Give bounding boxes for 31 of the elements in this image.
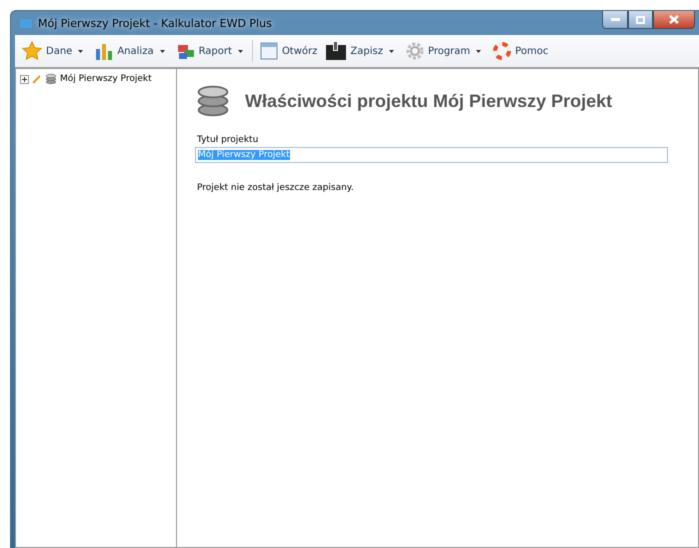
toolbar-button[interactable]: Dane (19, 38, 88, 64)
database-icon (45, 73, 57, 85)
minimize-button[interactable] (602, 11, 628, 29)
floppy-icon (325, 41, 348, 61)
toolbar-button[interactable]: Analiza (92, 39, 170, 63)
maximize-icon (636, 16, 645, 24)
field-label: Tytuł projektu (197, 135, 260, 145)
bar-chart-icon (94, 41, 114, 61)
maximize-button[interactable] (628, 11, 653, 29)
tree-label: Mój Pierwszy Projekt (60, 74, 152, 84)
minimize-icon (610, 18, 620, 21)
database-icon (195, 83, 231, 119)
lifebuoy-icon (492, 41, 512, 61)
gear-icon (404, 41, 425, 61)
close-icon (669, 15, 679, 24)
status-text: Projekt nie został jeszcze zapisany. (197, 183, 355, 193)
window-icon (258, 41, 279, 61)
app-icon (19, 17, 33, 29)
toolbar-button[interactable]: Pomoc (490, 39, 550, 63)
page-heading: Właściwości projektu Mój Pierwszy Projekt (245, 90, 612, 112)
toolbar-button[interactable]: Zapisz (323, 39, 399, 63)
star-icon (21, 40, 43, 62)
toolbar-button[interactable]: Otwórz (256, 39, 320, 63)
close-button[interactable] (653, 11, 695, 29)
window-title: Mój Pierwszy Projekt - Kalkulator EWD Plus (38, 16, 272, 30)
toolbar-button[interactable]: Program (402, 39, 486, 63)
pencil-icon (32, 74, 42, 84)
tree-item[interactable]: Mój Pierwszy Projekt (20, 73, 172, 85)
field-value: Mój Pierwszy Projekt (198, 150, 290, 160)
expand-icon[interactable] (20, 74, 29, 84)
toolbar-button[interactable]: Raport (174, 39, 248, 63)
